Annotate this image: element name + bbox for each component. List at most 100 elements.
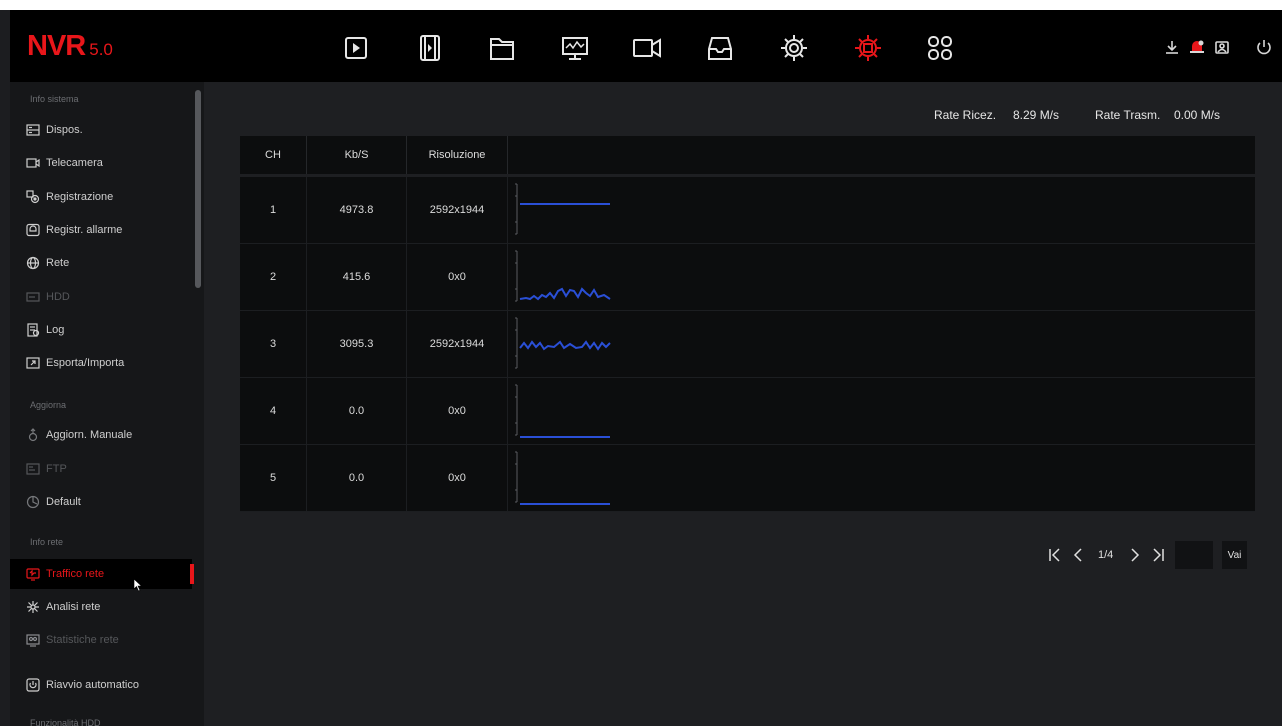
sidebar-item-label: Rete: [46, 257, 70, 269]
cell-kbs: 415.6: [307, 244, 407, 310]
sidebar-item-rete[interactable]: Rete: [10, 248, 192, 278]
main-panel: Rate Ricez. 8.29 M/s Rate Trasm. 0.00 M/…: [204, 82, 1282, 726]
cell-resolution: 2592x1944: [407, 177, 508, 243]
network-icon: [26, 256, 40, 270]
section-info-rete: Info rete: [30, 537, 64, 547]
go-button[interactable]: Vai: [1222, 541, 1247, 569]
record-icon: [26, 190, 40, 204]
sidebar-item-telecamera[interactable]: Telecamera: [10, 148, 192, 178]
analysis-icon: [26, 600, 40, 614]
page-indicator: 1/4: [1098, 549, 1114, 561]
cell-ch: 3: [240, 311, 307, 377]
sidebar-item-label: Analisi rete: [46, 601, 101, 613]
sidebar-item-label: HDD: [46, 291, 70, 303]
sidebar-item-label: Telecamera: [46, 157, 103, 169]
settings-icon[interactable]: [777, 31, 811, 65]
sidebar-item-label: Traffico rete: [46, 568, 105, 580]
default-icon: [26, 495, 40, 509]
rate-tx-label: Rate Trasm.: [1095, 108, 1161, 122]
table-row: 1 4973.8 2592x1944: [240, 177, 1255, 244]
logo-version: 5.0: [89, 40, 113, 59]
window-frame: [0, 0, 1282, 10]
cell-resolution: 0x0: [407, 378, 508, 444]
rate-rx-label: Rate Ricez.: [934, 108, 997, 122]
sidebar-item-label: Statistiche rete: [46, 634, 119, 646]
last-page-icon[interactable]: [1150, 547, 1166, 563]
sidebar-item-dispos[interactable]: Dispos.: [10, 115, 192, 145]
sidebar-item-label: Registr. allarme: [46, 224, 123, 236]
file-icon[interactable]: [485, 31, 519, 65]
traffic-icon: [26, 567, 40, 581]
playback-icon[interactable]: [339, 31, 373, 65]
traffic-sparkline: [515, 183, 610, 235]
reboot-icon: [26, 678, 40, 692]
sidebar-item-label: FTP: [46, 463, 67, 475]
download-icon[interactable]: [1163, 38, 1181, 56]
export-icon: [26, 356, 40, 370]
monitor-icon[interactable]: [558, 31, 592, 65]
ftp-icon: [26, 462, 40, 476]
sidebar-item-default[interactable]: Default: [10, 487, 192, 517]
device-icon: [26, 123, 40, 137]
sidebar-item-ftp[interactable]: FTP: [10, 454, 192, 484]
page-jump-input[interactable]: [1175, 541, 1213, 569]
cell-kbs: 3095.3: [307, 311, 407, 377]
camera-icon: [26, 156, 40, 170]
prev-page-icon[interactable]: [1070, 547, 1086, 563]
camera-icon[interactable]: [630, 31, 664, 65]
cell-resolution: 0x0: [407, 445, 508, 511]
section-funzionalita-hdd: Funzionalità HDD: [30, 718, 101, 726]
sidebar-item-traffico-rete[interactable]: Traffico rete: [10, 559, 192, 589]
next-page-icon[interactable]: [1127, 547, 1143, 563]
video-clip-icon[interactable]: [413, 31, 447, 65]
hdd-icon: [26, 290, 40, 304]
sidebar-item-esporta-importa[interactable]: Esporta/Importa: [10, 348, 192, 378]
section-aggiorna: Aggiorna: [30, 400, 67, 410]
sidebar: Info sistema Dispos. Telecamera Registra…: [10, 82, 204, 726]
traffic-sparkline: [515, 384, 610, 438]
sidebar-item-registr-allarme[interactable]: Registr. allarme: [10, 215, 192, 245]
table-body: 1 4973.8 2592x1944 2 415.6 0x0 3 3095.3 …: [240, 177, 1255, 512]
sidebar-item-label: Riavvio automatico: [46, 679, 139, 691]
sidebar-item-riavvio-automatico[interactable]: Riavvio automatico: [10, 670, 192, 700]
sidebar-item-aggiorn-manuale[interactable]: Aggiorn. Manuale: [10, 420, 192, 450]
sidebar-item-registrazione[interactable]: Registrazione: [10, 182, 192, 212]
app-logo: NVR 5.0: [27, 30, 113, 63]
sidebar-item-label: Esporta/Importa: [46, 357, 125, 369]
table-row: 5 0.0 0x0: [240, 445, 1255, 512]
sidebar-item-statistiche-rete[interactable]: Statistiche rete: [10, 625, 192, 655]
system-settings-icon[interactable]: [851, 31, 885, 65]
first-page-icon[interactable]: [1047, 547, 1063, 563]
cell-kbs: 4973.8: [307, 177, 407, 243]
account-icon[interactable]: [1213, 38, 1231, 56]
sidebar-item-label: Default: [46, 496, 81, 508]
sidebar-scrollbar[interactable]: [195, 90, 201, 288]
table-row: 3 3095.3 2592x1944: [240, 311, 1255, 378]
traffic-sparkline: [515, 250, 611, 302]
table-row: 2 415.6 0x0: [240, 244, 1255, 311]
alarm-icon[interactable]: [1188, 38, 1206, 56]
traffic-sparkline: [515, 451, 610, 505]
header-ch: CH: [240, 136, 307, 174]
table-row: 4 0.0 0x0: [240, 378, 1255, 445]
traffic-sparkline: [515, 317, 611, 369]
sidebar-item-label: Log: [46, 324, 65, 336]
storage-icon[interactable]: [703, 31, 737, 65]
mouse-cursor-icon: [133, 578, 143, 592]
apps-icon[interactable]: [923, 31, 957, 65]
section-info-sistema: Info sistema: [30, 94, 79, 104]
sidebar-item-analisi-rete[interactable]: Analisi rete: [10, 592, 192, 622]
power-icon[interactable]: [1255, 38, 1273, 56]
header-kbs: Kb/S: [307, 136, 407, 174]
cell-kbs: 0.0: [307, 445, 407, 511]
sidebar-item-hdd[interactable]: HDD: [10, 282, 192, 312]
sidebar-item-log[interactable]: Log: [10, 315, 192, 345]
top-bar: NVR 5.0: [10, 10, 1282, 82]
cell-ch: 2: [240, 244, 307, 310]
cell-resolution: 0x0: [407, 244, 508, 310]
sidebar-item-label: Dispos.: [46, 124, 83, 136]
header-graph: [508, 136, 1255, 174]
cell-ch: 1: [240, 177, 307, 243]
active-indicator: [190, 564, 194, 584]
logo-main: NVR: [27, 30, 86, 62]
